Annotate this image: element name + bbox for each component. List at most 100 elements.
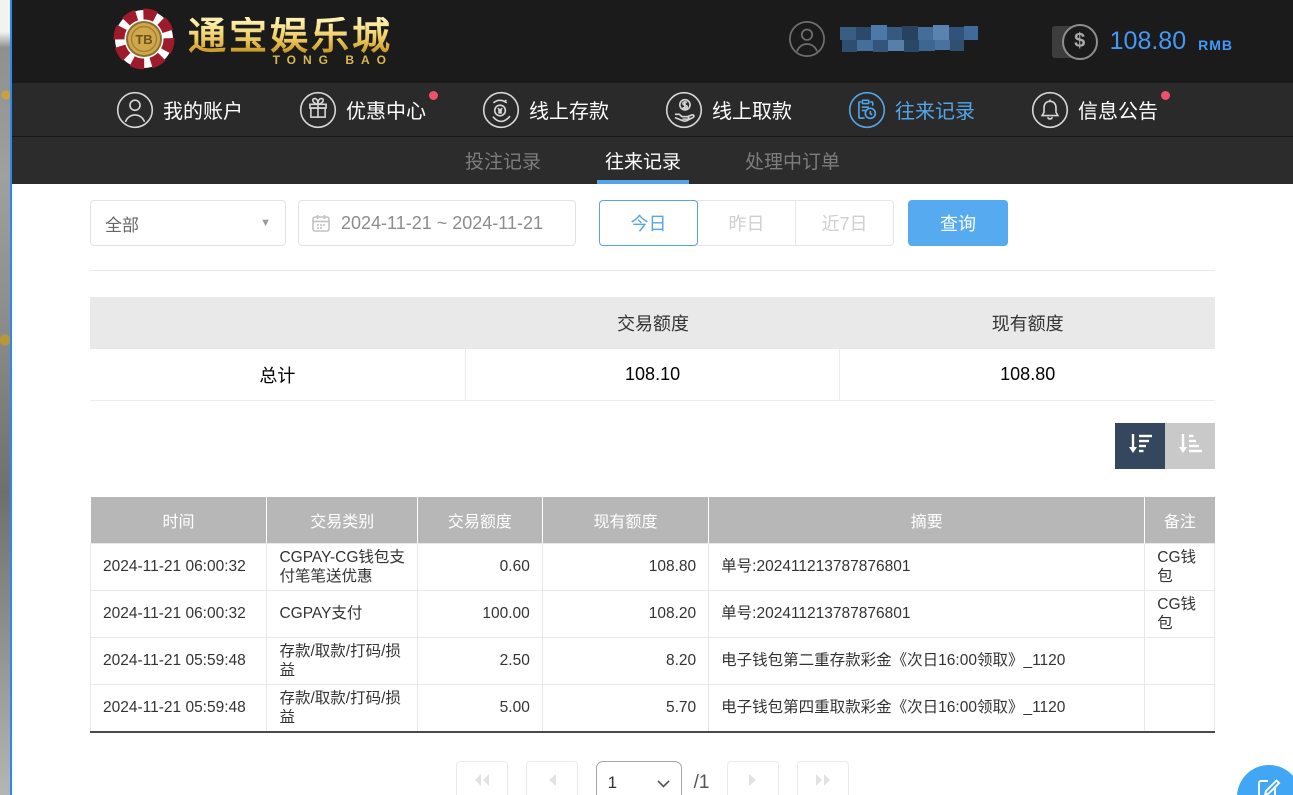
cell-summary: 单号:202411213787876801 xyxy=(709,543,1145,590)
cell-type: CGPAY-CG钱包支付笔笔送优惠 xyxy=(267,543,418,590)
nav-item-my-account[interactable]: 我的账户 xyxy=(116,91,253,129)
cell-balance: 108.80 xyxy=(542,543,708,590)
bell-icon xyxy=(1031,91,1069,129)
cell-amount: 0.60 xyxy=(418,543,543,590)
cell-note xyxy=(1145,684,1215,732)
filter-row: 全部 ▼ 2024-11-21 ~ 2024-11-21 今日 昨日 近7日 xyxy=(90,200,1215,246)
sort-controls xyxy=(90,423,1215,469)
username-redacted xyxy=(840,25,990,58)
summary-header-transaction-amount: 交易额度 xyxy=(466,297,841,349)
cell-summary: 电子钱包第二重存款彩金《次日16:00领取》_1120 xyxy=(709,637,1145,684)
tab-transaction-records[interactable]: 往来记录 xyxy=(597,137,689,184)
nav-item-transaction-records[interactable]: 往来记录 xyxy=(848,91,985,129)
cell-balance: 108.20 xyxy=(542,590,708,637)
summary-total-transaction-amount: 108.10 xyxy=(466,349,841,400)
today-button[interactable]: 今日 xyxy=(599,200,698,246)
last-7-days-button[interactable]: 近7日 xyxy=(795,200,894,246)
nav-label: 我的账户 xyxy=(163,95,243,124)
nav-label: 往来记录 xyxy=(895,95,975,124)
left-arrow-icon xyxy=(546,773,558,792)
col-amount: 交易额度 xyxy=(418,497,543,543)
svg-text:TB: TB xyxy=(135,32,152,47)
col-time: 时间 xyxy=(91,497,267,543)
records-header-row: 时间 交易类别 交易额度 现有额度 摘要 备注 xyxy=(91,497,1215,543)
pagination: 1 /1 xyxy=(90,761,1215,795)
tab-betting-records[interactable]: 投注记录 xyxy=(457,137,549,184)
last-page-button[interactable] xyxy=(797,761,849,795)
background-page-sliver xyxy=(0,0,10,795)
content-area: 全部 ▼ 2024-11-21 ~ 2024-11-21 今日 昨日 近7日 xyxy=(12,200,1293,795)
balance-display: $ 108.80 RMB xyxy=(1062,24,1233,60)
col-note: 备注 xyxy=(1145,497,1215,543)
date-range-input[interactable]: 2024-11-21 ~ 2024-11-21 xyxy=(298,200,576,246)
table-row: 2024-11-21 06:00:32 CGPAY支付 100.00 108.2… xyxy=(91,590,1215,637)
withdraw-icon xyxy=(665,91,703,129)
casino-chip-logo-icon: TB xyxy=(112,7,176,76)
top-header: TB 通宝娱乐城 TONG BAO xyxy=(12,0,1293,83)
site-logo[interactable]: TB 通宝娱乐城 TONG BAO xyxy=(112,7,393,76)
edit-message-icon xyxy=(1256,775,1282,795)
page-select[interactable]: 1 xyxy=(596,761,682,795)
col-summary: 摘要 xyxy=(709,497,1145,543)
site-title: 通宝娱乐城 xyxy=(188,17,393,57)
cell-amount: 5.00 xyxy=(418,684,543,732)
nav-item-deposit[interactable]: 线上存款 xyxy=(482,91,619,129)
right-arrow-icon xyxy=(747,773,759,792)
main-page: TB 通宝娱乐城 TONG BAO xyxy=(10,0,1293,795)
sort-ascending-button[interactable] xyxy=(1165,423,1215,469)
nav-label: 线上取款 xyxy=(712,95,792,124)
first-page-button[interactable] xyxy=(456,761,508,795)
page-select-value: 1 xyxy=(608,773,617,793)
nav-item-withdraw[interactable]: 线上取款 xyxy=(665,91,802,129)
cell-amount: 2.50 xyxy=(418,637,543,684)
cell-type: 存款/取款/打码/损益 xyxy=(267,684,418,732)
next-page-button[interactable] xyxy=(727,761,779,795)
col-type: 交易类别 xyxy=(267,497,418,543)
deposit-icon xyxy=(482,91,520,129)
nav-item-announcements[interactable]: 信息公告 xyxy=(1031,91,1168,129)
page-total: /1 xyxy=(694,761,710,795)
search-button[interactable]: 查询 xyxy=(908,200,1008,246)
nav-item-promotions[interactable]: 优惠中心 xyxy=(299,91,436,129)
table-row: 2024-11-21 05:59:48 存款/取款/打码/损益 2.50 8.2… xyxy=(91,637,1215,684)
dollar-icon: $ xyxy=(1062,24,1098,60)
notification-dot xyxy=(1161,91,1170,100)
cell-time: 2024-11-21 06:00:32 xyxy=(91,543,267,590)
summary-header-current-balance: 现有额度 xyxy=(840,297,1215,349)
cell-balance: 5.70 xyxy=(542,684,708,732)
cell-balance: 8.20 xyxy=(542,637,708,684)
col-balance: 现有额度 xyxy=(542,497,708,543)
sort-ascending-icon xyxy=(1176,431,1204,462)
cell-summary: 电子钱包第四重取款彩金《次日16:00领取》_1120 xyxy=(709,684,1145,732)
notification-dot xyxy=(429,91,438,100)
cell-time: 2024-11-21 06:00:32 xyxy=(91,590,267,637)
table-row: 2024-11-21 05:59:48 存款/取款/打码/损益 5.00 5.7… xyxy=(91,684,1215,732)
cell-amount: 100.00 xyxy=(418,590,543,637)
balance-currency: RMB xyxy=(1198,37,1233,53)
tab-processing-orders[interactable]: 处理中订单 xyxy=(737,137,848,184)
double-right-arrow-icon xyxy=(813,773,833,792)
records-table: 时间 交易类别 交易额度 现有额度 摘要 备注 2024-11-21 06:00… xyxy=(90,497,1215,733)
category-select-value: 全部 xyxy=(105,211,139,236)
cell-type: CGPAY支付 xyxy=(267,590,418,637)
sort-descending-icon xyxy=(1126,431,1154,462)
sort-descending-button[interactable] xyxy=(1115,423,1165,469)
cell-note xyxy=(1145,637,1215,684)
yesterday-button[interactable]: 昨日 xyxy=(697,200,796,246)
summary-table: 交易额度 现有额度 总计 108.10 108.80 xyxy=(90,297,1215,401)
nav-label: 信息公告 xyxy=(1078,95,1158,124)
cell-time: 2024-11-21 05:59:48 xyxy=(91,684,267,732)
records-icon xyxy=(848,91,886,129)
cell-type: 存款/取款/打码/损益 xyxy=(267,637,418,684)
nav-label: 线上存款 xyxy=(529,95,609,124)
category-select[interactable]: 全部 ▼ xyxy=(90,200,286,246)
calendar-icon xyxy=(311,213,331,233)
cell-note: CG钱包 xyxy=(1145,590,1215,637)
divider xyxy=(90,270,1215,271)
double-left-arrow-icon xyxy=(472,773,492,792)
chevron-down-icon xyxy=(657,773,670,793)
prev-page-button[interactable] xyxy=(526,761,578,795)
user-icon xyxy=(116,91,154,129)
summary-header-empty xyxy=(90,297,466,349)
cell-summary: 单号:202411213787876801 xyxy=(709,590,1145,637)
